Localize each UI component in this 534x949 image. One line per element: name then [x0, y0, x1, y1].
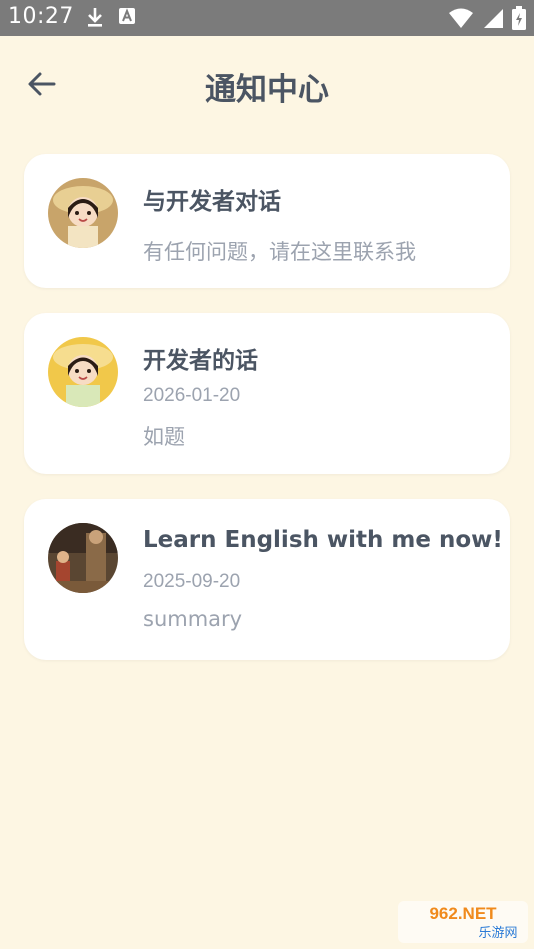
- battery-icon: [512, 6, 526, 34]
- header: 通知中心: [0, 36, 534, 134]
- download-icon: [86, 6, 104, 32]
- notification-summary: 有任何问题，请在这里联系我: [143, 240, 416, 264]
- watermark-top-text: 962.NET: [429, 904, 497, 923]
- notification-title: 开发者的话: [143, 348, 258, 374]
- wifi-icon: [448, 7, 474, 33]
- watermark-bottom-text: 乐游网: [478, 926, 517, 941]
- signal-icon: [482, 7, 504, 33]
- notification-summary: summary: [143, 607, 243, 631]
- status-time: 10:27: [8, 4, 74, 29]
- avatar: [48, 337, 118, 407]
- a-notification-icon: [118, 6, 136, 32]
- status-left-icons: [86, 6, 136, 32]
- notification-card[interactable]: Learn English with me now! 2025-09-20 su…: [24, 499, 510, 660]
- notification-summary: 如题: [143, 425, 185, 449]
- status-bar: 10:27: [0, 0, 534, 36]
- avatar: [48, 523, 118, 593]
- notification-date: 2025-09-20: [143, 571, 241, 592]
- avatar: [48, 178, 118, 248]
- watermark: 962.NET 乐游网: [398, 901, 528, 943]
- notification-date: 2026-01-20: [143, 385, 241, 406]
- notification-card[interactable]: 与开发者对话 有任何问题，请在这里联系我: [24, 154, 510, 288]
- notification-card[interactable]: 开发者的话 2026-01-20 如题: [24, 313, 510, 474]
- status-right-icons: [448, 6, 526, 34]
- notification-title: Learn English with me now!: [143, 527, 503, 553]
- notification-title: 与开发者对话: [143, 189, 281, 215]
- page-title: 通知中心: [205, 72, 329, 108]
